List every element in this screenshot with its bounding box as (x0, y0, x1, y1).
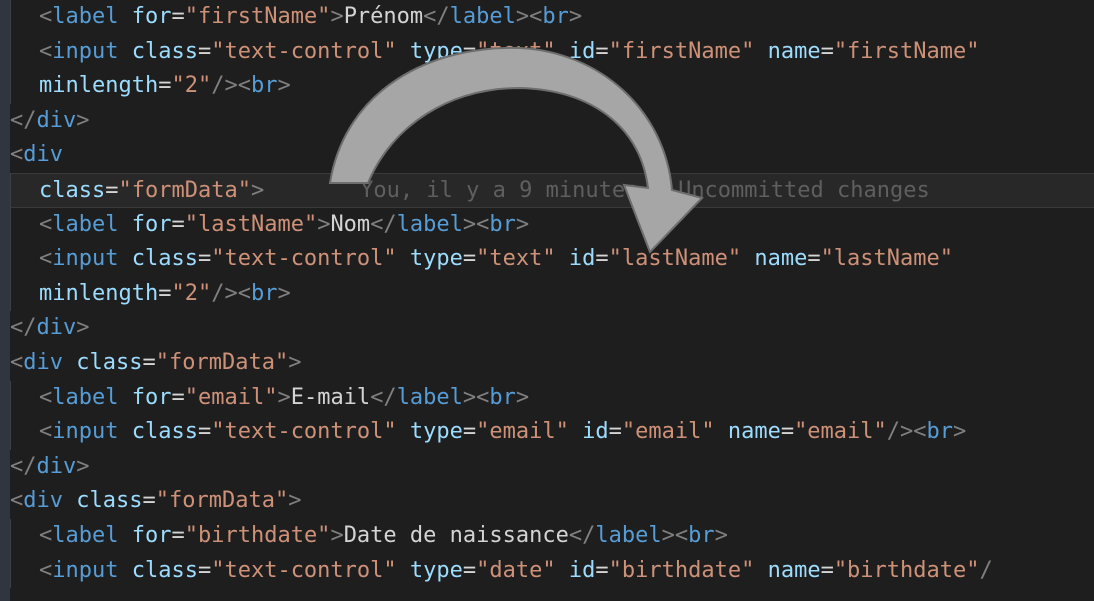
editor-gutter (0, 0, 10, 601)
label-text-firstname: Prénom (343, 4, 424, 29)
tag-label: label (52, 4, 119, 29)
code-line-17: <input class="text-control" type="date" … (10, 553, 1094, 589)
code-line-15: <div class="formData"> (10, 488, 302, 514)
label-text-email: E-mail (290, 384, 371, 410)
code-line-9: minlength="2"/><br> (10, 276, 1094, 312)
code-line-1: <label for="firstName">Prénom</label><br… (10, 0, 1094, 35)
code-line-2: <input class="text-control" type="text" … (10, 34, 1094, 70)
code-line-6-current: class="formData"> You, il y a 9 minutes •… (10, 172, 1094, 209)
label-text-birthdate: Date de naissance (343, 522, 569, 548)
code-line-14: </div> (10, 453, 90, 479)
code-line-8: <input class="text-control" type="text" … (10, 242, 1094, 277)
code-line-10: </div> (10, 315, 90, 341)
code-line-13: <input class="text-control" type="email"… (10, 415, 1094, 450)
code-line-11: <div class="formData"> (10, 349, 302, 375)
code-line-16: <label for="birthdate">Date de naissance… (10, 518, 1094, 554)
code-lines: <label for="firstName">Prénom</label><br… (10, 0, 1094, 601)
code-line-4: </div> (10, 107, 90, 133)
code-line-3: minlength="2"/><br> (10, 69, 1094, 104)
git-blame-annotation: You, il y a 9 minutes • Uncommitted chan… (360, 177, 930, 203)
code-line-5: <div (10, 142, 63, 168)
code-line-7: <label for="lastName">Nom</label><br> (10, 207, 1094, 243)
label-text-lastname: Nom (330, 211, 371, 237)
code-line-12: <label for="email">E-mail</label><br> (10, 380, 1094, 416)
code-editor[interactable]: <label for="firstName">Prénom</label><br… (0, 0, 1094, 601)
